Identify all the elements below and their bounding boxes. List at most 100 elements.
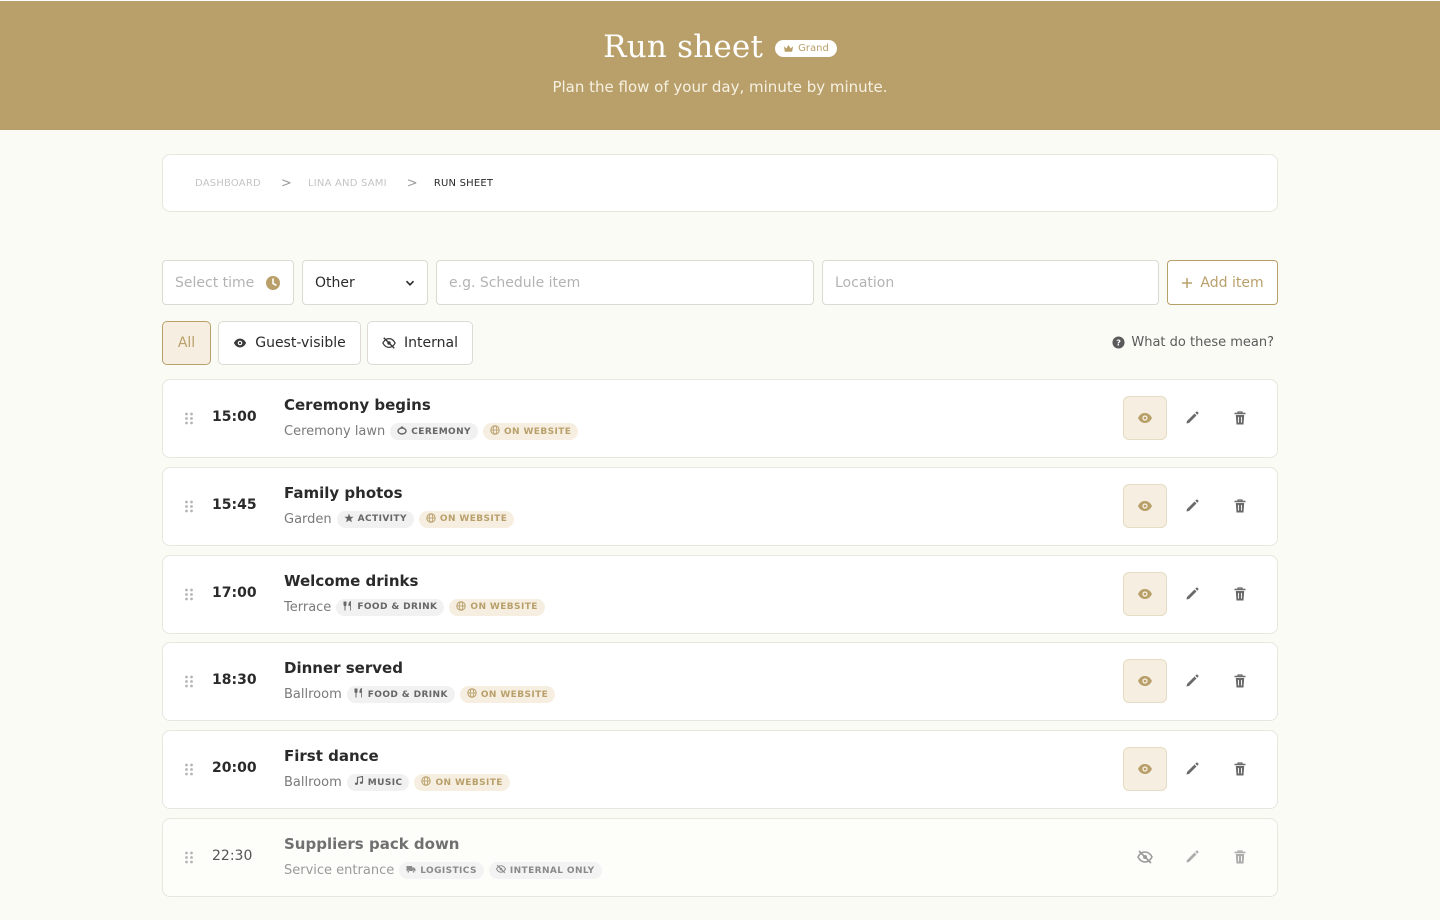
eye-slash-icon xyxy=(1137,850,1153,864)
eye-icon xyxy=(234,338,247,348)
schedule-item-input[interactable]: e.g. Schedule item xyxy=(436,260,814,305)
row-time: 15:45 xyxy=(212,496,257,513)
page-header: Run sheet Grand Plan the flow of your da… xyxy=(0,0,1440,130)
toggle-visibility-button[interactable] xyxy=(1123,659,1167,704)
toggle-visibility-button[interactable] xyxy=(1123,396,1167,440)
globe-icon xyxy=(467,688,477,699)
star-icon xyxy=(344,513,354,523)
edit-button[interactable] xyxy=(1182,496,1202,516)
breadcrumb-current: RUN SHEET xyxy=(433,177,494,189)
pencil-icon xyxy=(1186,674,1199,687)
row-location: Ballroom xyxy=(284,687,342,703)
visibility-help-label: What do these mean? xyxy=(1131,335,1274,350)
breadcrumb-separator: > xyxy=(406,175,418,191)
tier-badge: Grand xyxy=(775,39,837,57)
row-time: 20:00 xyxy=(212,760,257,777)
visibility-tag: ON WEBSITE xyxy=(449,598,545,616)
drag-handle-icon[interactable] xyxy=(184,675,194,688)
filter-guest-visible-label: Guest-visible xyxy=(255,335,346,351)
row-time: 17:00 xyxy=(212,584,257,601)
visibility-tag: INTERNAL ONLY xyxy=(488,862,602,879)
schedule-row: 15:00 Ceremony begins Ceremony lawn CERE… xyxy=(162,379,1278,458)
add-item-button[interactable]: Add item xyxy=(1167,260,1278,305)
visibility-help-link[interactable]: ? What do these mean? xyxy=(1112,335,1274,350)
location-input[interactable]: Location xyxy=(822,260,1159,305)
visibility-tag: ON WEBSITE xyxy=(418,510,515,528)
category-tag: LOGISTICS xyxy=(399,862,484,879)
drag-handle-icon[interactable] xyxy=(184,763,194,776)
time-picker-input[interactable]: Select time xyxy=(162,260,294,305)
toggle-visibility-button[interactable] xyxy=(1123,483,1167,528)
edit-button[interactable] xyxy=(1182,584,1202,604)
page-subtitle: Plan the flow of your day, minute by min… xyxy=(552,78,888,96)
visibility-tag-label: ON WEBSITE xyxy=(435,777,503,788)
category-tag: FOOD & DRINK xyxy=(346,686,455,704)
add-item-label: Add item xyxy=(1200,274,1264,291)
row-title: Welcome drinks xyxy=(284,571,419,590)
drag-handle-icon[interactable] xyxy=(184,588,194,601)
toggle-visibility-button[interactable] xyxy=(1123,571,1167,616)
category-tag: MUSIC xyxy=(346,774,410,792)
edit-button[interactable] xyxy=(1182,759,1202,779)
pencil-icon xyxy=(1186,411,1199,424)
trash-icon xyxy=(1234,499,1246,513)
trash-icon xyxy=(1234,586,1246,601)
filter-guest-visible-button[interactable]: Guest-visible xyxy=(218,321,361,365)
tier-badge-label: Grand xyxy=(798,42,829,54)
pencil-icon xyxy=(1186,587,1199,600)
utensils-icon xyxy=(343,600,352,611)
eye-icon xyxy=(1138,588,1152,599)
visibility-tag-label: INTERNAL ONLY xyxy=(509,865,595,876)
eye-icon xyxy=(1138,676,1152,687)
filter-all-label: All xyxy=(177,335,196,351)
category-tag-label: ACTIVITY xyxy=(357,514,407,525)
filter-internal-button[interactable]: Internal xyxy=(367,321,473,365)
category-tag-label: FOOD & DRINK xyxy=(357,602,438,613)
row-meta: Service entrance LOGISTICS INTERNAL ONLY xyxy=(284,862,602,879)
eye-icon xyxy=(1138,413,1152,423)
eye-icon xyxy=(1138,500,1152,511)
visibility-tag-label: ON WEBSITE xyxy=(470,602,538,613)
visibility-tag-label: ON WEBSITE xyxy=(503,426,572,437)
row-title: Ceremony begins xyxy=(284,396,431,414)
breadcrumb-dashboard[interactable]: DASHBOARD xyxy=(195,178,261,189)
row-title: Dinner served xyxy=(284,659,403,678)
drag-handle-icon[interactable] xyxy=(184,500,194,513)
breadcrumb: DASHBOARD > LINA AND SAMI > RUN SHEET xyxy=(162,154,1278,212)
delete-button[interactable] xyxy=(1230,847,1250,867)
eye-slash-icon xyxy=(382,337,396,349)
title-row: Run sheet Grand xyxy=(0,29,1440,65)
edit-button[interactable] xyxy=(1182,408,1202,428)
ring-icon xyxy=(397,426,407,435)
toggle-visibility-button[interactable] xyxy=(1123,835,1167,879)
plus-icon xyxy=(1182,277,1193,288)
row-time: 22:30 xyxy=(212,848,253,864)
category-tag: CEREMONY xyxy=(390,423,478,440)
delete-button[interactable] xyxy=(1230,759,1250,779)
delete-button[interactable] xyxy=(1230,584,1250,604)
category-tag-label: LOGISTICS xyxy=(420,865,477,876)
delete-button[interactable] xyxy=(1230,496,1250,516)
row-meta: Garden ACTIVITY ON WEBSITE xyxy=(284,510,515,528)
delete-button[interactable] xyxy=(1230,408,1250,428)
svg-text:?: ? xyxy=(1116,338,1121,348)
edit-button[interactable] xyxy=(1182,847,1202,867)
drag-handle-icon[interactable] xyxy=(184,851,194,864)
toggle-visibility-button[interactable] xyxy=(1123,747,1167,792)
drag-handle-icon[interactable] xyxy=(184,412,194,425)
edit-button[interactable] xyxy=(1182,671,1202,691)
category-tag-label: FOOD & DRINK xyxy=(367,689,448,700)
category-select[interactable]: Other xyxy=(302,260,428,305)
row-title: First dance xyxy=(284,747,379,766)
filter-all-button[interactable]: All xyxy=(162,321,211,365)
visibility-tag-label: ON WEBSITE xyxy=(439,514,508,525)
schedule-row: 17:00 Welcome drinks Terrace FOOD & DRIN… xyxy=(162,554,1278,634)
trash-icon xyxy=(1234,411,1246,425)
row-meta: Terrace FOOD & DRINK ON WEBSITE xyxy=(284,598,545,616)
category-tag: ACTIVITY xyxy=(336,510,414,528)
category-tag-label: CEREMONY xyxy=(411,426,471,437)
delete-button[interactable] xyxy=(1230,671,1250,691)
pencil-icon xyxy=(1186,850,1199,863)
page-title: Run sheet xyxy=(603,29,764,65)
breadcrumb-event[interactable]: LINA AND SAMI xyxy=(308,178,387,189)
